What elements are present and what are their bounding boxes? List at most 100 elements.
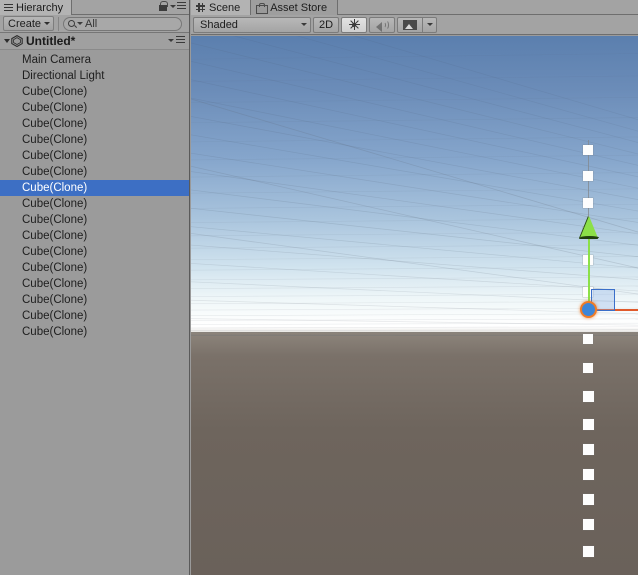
scene-name-label: Untitled* <box>26 34 76 48</box>
hierarchy-item-label: Cube(Clone) <box>22 134 88 146</box>
scene-cube-1[interactable] <box>583 171 593 181</box>
unity-logo-icon <box>11 34 23 48</box>
gizmo-center-handle[interactable] <box>580 301 597 318</box>
hierarchy-item-8[interactable]: Cube(Clone) <box>0 180 189 196</box>
scene-cube-12[interactable] <box>583 494 594 505</box>
menu-lines-icon <box>176 36 185 45</box>
hierarchy-item-label: Cube(Clone) <box>22 310 88 322</box>
hierarchy-item-label: Cube(Clone) <box>22 150 88 162</box>
hierarchy-item-16[interactable]: Cube(Clone) <box>0 308 189 324</box>
hierarchy-item-15[interactable]: Cube(Clone) <box>0 292 189 308</box>
hierarchy-item-label: Cube(Clone) <box>22 198 88 210</box>
create-button[interactable]: Create <box>3 16 55 31</box>
tab-hierarchy[interactable]: Hierarchy <box>0 0 73 15</box>
hierarchy-panel: Hierarchy Create All Untitled* Main Came… <box>0 0 190 575</box>
hierarchy-item-label: Cube(Clone) <box>22 230 88 242</box>
scene-cube-6[interactable] <box>583 334 593 344</box>
hierarchy-item-6[interactable]: Cube(Clone) <box>0 148 189 164</box>
hierarchy-item-4[interactable]: Cube(Clone) <box>0 116 189 132</box>
shading-mode-dropdown[interactable]: Shaded <box>193 16 311 33</box>
hierarchy-item-label: Cube(Clone) <box>22 102 88 114</box>
scene-cube-14[interactable] <box>583 546 594 557</box>
scene-cube-9[interactable] <box>583 419 594 430</box>
hierarchy-item-label: Cube(Clone) <box>22 214 88 226</box>
hierarchy-item-10[interactable]: Cube(Clone) <box>0 212 189 228</box>
hierarchy-item-3[interactable]: Cube(Clone) <box>0 100 189 116</box>
scene-grid-icon <box>196 3 205 12</box>
scene-panel: Scene Asset Store Shaded 2D <box>191 0 638 575</box>
hierarchy-item-label: Cube(Clone) <box>22 246 88 258</box>
hierarchy-item-7[interactable]: Cube(Clone) <box>0 164 189 180</box>
hierarchy-list[interactable]: Main Camera Directional Light Cube(Clone) C… <box>0 52 189 575</box>
search-icon <box>68 20 76 27</box>
hierarchy-item-12[interactable]: Cube(Clone) <box>0 244 189 260</box>
scene-row-menu-icon[interactable] <box>168 36 185 45</box>
scene-cube-7[interactable] <box>583 363 593 373</box>
hierarchy-item-1[interactable]: Directional Light <box>0 68 189 84</box>
scene-objects-layer <box>191 36 638 575</box>
hierarchy-item-label: Cube(Clone) <box>22 86 88 98</box>
hierarchy-item-13[interactable]: Cube(Clone) <box>0 260 189 276</box>
gizmo-y-axis-arrow[interactable] <box>580 216 598 238</box>
scene-root-row[interactable]: Untitled* <box>0 33 189 50</box>
hierarchy-item-14[interactable]: Cube(Clone) <box>0 276 189 292</box>
tab-asset-store[interactable]: Asset Store <box>251 0 339 15</box>
hierarchy-item-9[interactable]: Cube(Clone) <box>0 196 189 212</box>
toolbar-separator <box>58 16 60 31</box>
toggle-audio-button[interactable] <box>369 16 395 33</box>
panel-menu-icon[interactable] <box>170 1 186 11</box>
gizmo-y-axis[interactable] <box>588 238 590 310</box>
shading-mode-label: Shaded <box>200 18 238 31</box>
hierarchy-item-17[interactable]: Cube(Clone) <box>0 324 189 340</box>
chevron-down-icon <box>168 39 174 42</box>
gizmo-y-axis-arrow-base <box>580 236 599 239</box>
scene-cube-13[interactable] <box>583 519 594 530</box>
scene-tabbar: Scene Asset Store <box>191 0 638 15</box>
toggle-lighting-button[interactable] <box>341 16 367 33</box>
menu-lines-icon <box>177 1 186 11</box>
triangle-down-icon[interactable] <box>2 39 11 43</box>
scene-toolbar: Shaded 2D <box>191 15 638 35</box>
hierarchy-item-0[interactable]: Main Camera <box>0 52 189 68</box>
hierarchy-item-label: Directional Light <box>22 70 105 82</box>
hierarchy-item-2[interactable]: Cube(Clone) <box>0 84 189 100</box>
effects-dropdown-button[interactable] <box>423 16 437 33</box>
hierarchy-item-label: Cube(Clone) <box>22 166 88 178</box>
hierarchy-item-11[interactable]: Cube(Clone) <box>0 228 189 244</box>
hierarchy-item-label: Cube(Clone) <box>22 278 88 290</box>
search-input[interactable]: All <box>63 16 182 31</box>
hierarchy-tabbar: Hierarchy <box>0 0 189 15</box>
toggle-effects-button[interactable] <box>397 16 423 33</box>
hierarchy-item-label: Cube(Clone) <box>22 294 88 306</box>
hierarchy-toolbar: Create All <box>0 15 189 33</box>
chevron-down-icon <box>170 4 176 8</box>
lock-icon[interactable] <box>159 1 168 11</box>
scene-cube-0[interactable] <box>583 145 593 155</box>
sun-icon <box>348 19 360 30</box>
tab-asset-store-label: Asset Store <box>270 1 328 14</box>
hierarchy-item-label: Cube(Clone) <box>22 262 88 274</box>
scene-viewport[interactable] <box>191 36 638 575</box>
scene-cube-11[interactable] <box>583 469 594 480</box>
hierarchy-item-label: Cube(Clone) <box>22 182 88 194</box>
speaker-icon <box>375 19 389 32</box>
chevron-down-icon <box>301 23 307 26</box>
scene-cube-8[interactable] <box>583 391 594 402</box>
image-icon <box>403 19 417 30</box>
hierarchy-tab-controls <box>159 1 186 11</box>
tab-scene-label: Scene <box>209 1 241 14</box>
asset-store-icon <box>256 3 269 14</box>
hamburger-icon <box>4 3 13 12</box>
hierarchy-item-5[interactable]: Cube(Clone) <box>0 132 189 148</box>
unity-editor-window: Hierarchy Create All Untitled* Main Came… <box>0 0 638 575</box>
scene-cube-10[interactable] <box>583 444 594 455</box>
chevron-down-icon <box>426 23 433 26</box>
scene-cube-2[interactable] <box>583 198 593 208</box>
tab-hierarchy-label: Hierarchy <box>16 1 64 14</box>
hierarchy-item-label: Cube(Clone) <box>22 326 88 338</box>
hierarchy-item-label: Cube(Clone) <box>22 118 88 130</box>
tab-scene[interactable]: Scene <box>191 0 252 15</box>
toggle-2d-button[interactable]: 2D <box>313 16 339 33</box>
hierarchy-item-label: Main Camera <box>22 54 92 66</box>
toggle-2d-label: 2D <box>318 18 334 31</box>
